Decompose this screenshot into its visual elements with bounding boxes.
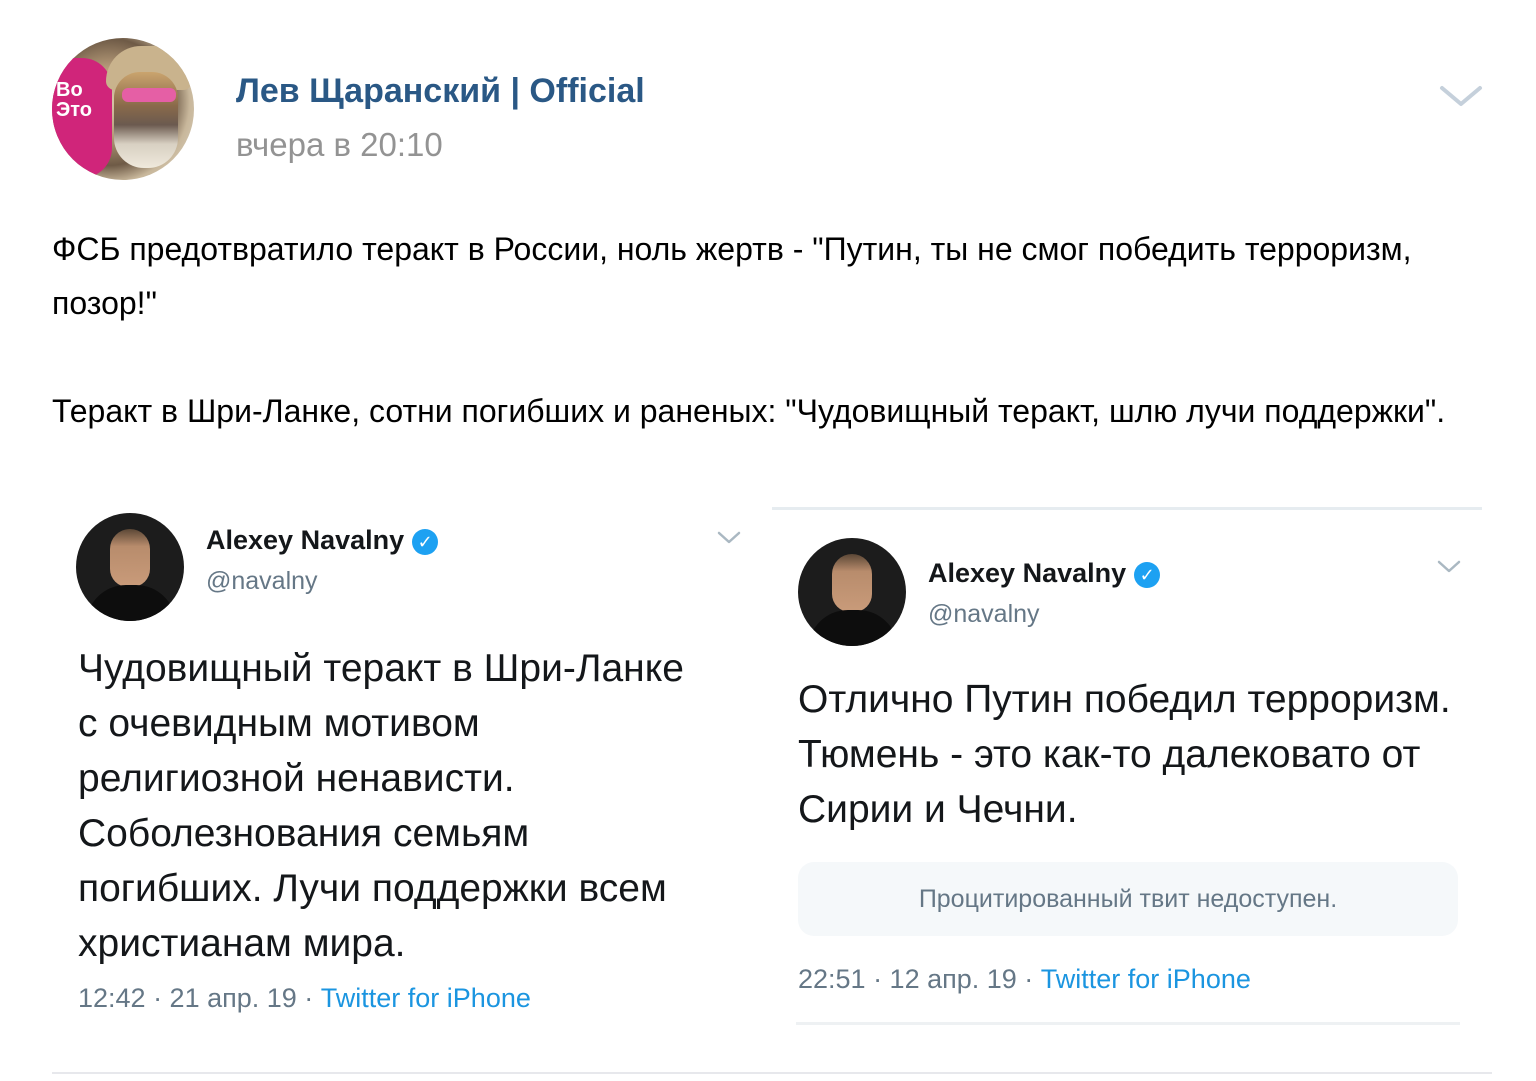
post-timestamp[interactable]: вчера в 20:10	[236, 126, 443, 164]
tweet-author-name[interactable]: Alexey Navalny ✓	[206, 525, 439, 556]
wall-post: Во Это Лев Щаранский | Official вчера в …	[0, 0, 1536, 1074]
tweet-text: Отлично Путин победил терроризм. Тюмень …	[798, 678, 1451, 831]
tweet-source-link[interactable]: Twitter for iPhone	[321, 983, 531, 1013]
tweet-date[interactable]: 12:42 · 21 апр. 19 ·	[78, 983, 321, 1013]
avatar-body	[86, 585, 176, 621]
post-paragraph: Теракт в Шри-Ланке, сотни погибших и ран…	[52, 393, 1446, 429]
tweet-text: Чудовищный теракт в Шри-Ланке с очевидны…	[78, 647, 684, 965]
verified-badge-icon: ✓	[412, 528, 439, 555]
post-author-link[interactable]: Лев Щаранский | Official	[236, 72, 645, 111]
chevron-down-icon[interactable]	[1436, 558, 1462, 576]
post-paragraph: ФСБ предотвратило теракт в России, ноль …	[52, 231, 1412, 321]
author-avatar[interactable]: Во Это	[52, 38, 194, 180]
tweet-avatar[interactable]	[76, 513, 184, 621]
avatar-sign-text: Во Это	[56, 79, 92, 121]
avatar-face	[114, 72, 178, 168]
avatar-body	[808, 610, 898, 646]
quoted-tweet-unavailable[interactable]: Процитированный твит недоступен.	[798, 862, 1458, 936]
tweet-divider	[796, 1022, 1460, 1025]
embedded-tweet: Alexey Navalny ✓ @navalny Чудовищный тера…	[60, 505, 750, 1035]
chevron-down-icon[interactable]	[716, 529, 742, 547]
tweet-handle[interactable]: @navalny	[206, 567, 318, 596]
embedded-tweet: Alexey Navalny ✓ @navalny Отлично Путин п…	[780, 528, 1480, 1028]
avatar-head	[110, 529, 150, 587]
avatar-sunglasses	[122, 88, 176, 102]
post-body: ФСБ предотвратило теракт в России, ноль …	[52, 222, 1492, 438]
tweet-author-label: Alexey Navalny	[928, 558, 1127, 588]
tweet-source-link[interactable]: Twitter for iPhone	[1041, 964, 1251, 994]
tweet-avatar[interactable]	[798, 538, 906, 646]
post-divider	[52, 1072, 1492, 1074]
tweet-date[interactable]: 22:51 · 12 апр. 19 ·	[798, 964, 1041, 994]
verified-badge-icon: ✓	[1134, 561, 1161, 588]
tweet-divider	[772, 507, 1482, 510]
tweet-meta: 12:42 · 21 апр. 19 · Twitter for iPhone	[78, 983, 531, 1014]
tweet-author-name[interactable]: Alexey Navalny ✓	[928, 558, 1161, 589]
avatar-head	[832, 554, 872, 612]
chevron-down-icon[interactable]	[1436, 78, 1486, 112]
tweet-meta: 22:51 · 12 апр. 19 · Twitter for iPhone	[798, 964, 1251, 995]
tweet-author-label: Alexey Navalny	[206, 525, 405, 555]
tweet-handle[interactable]: @navalny	[928, 600, 1040, 629]
